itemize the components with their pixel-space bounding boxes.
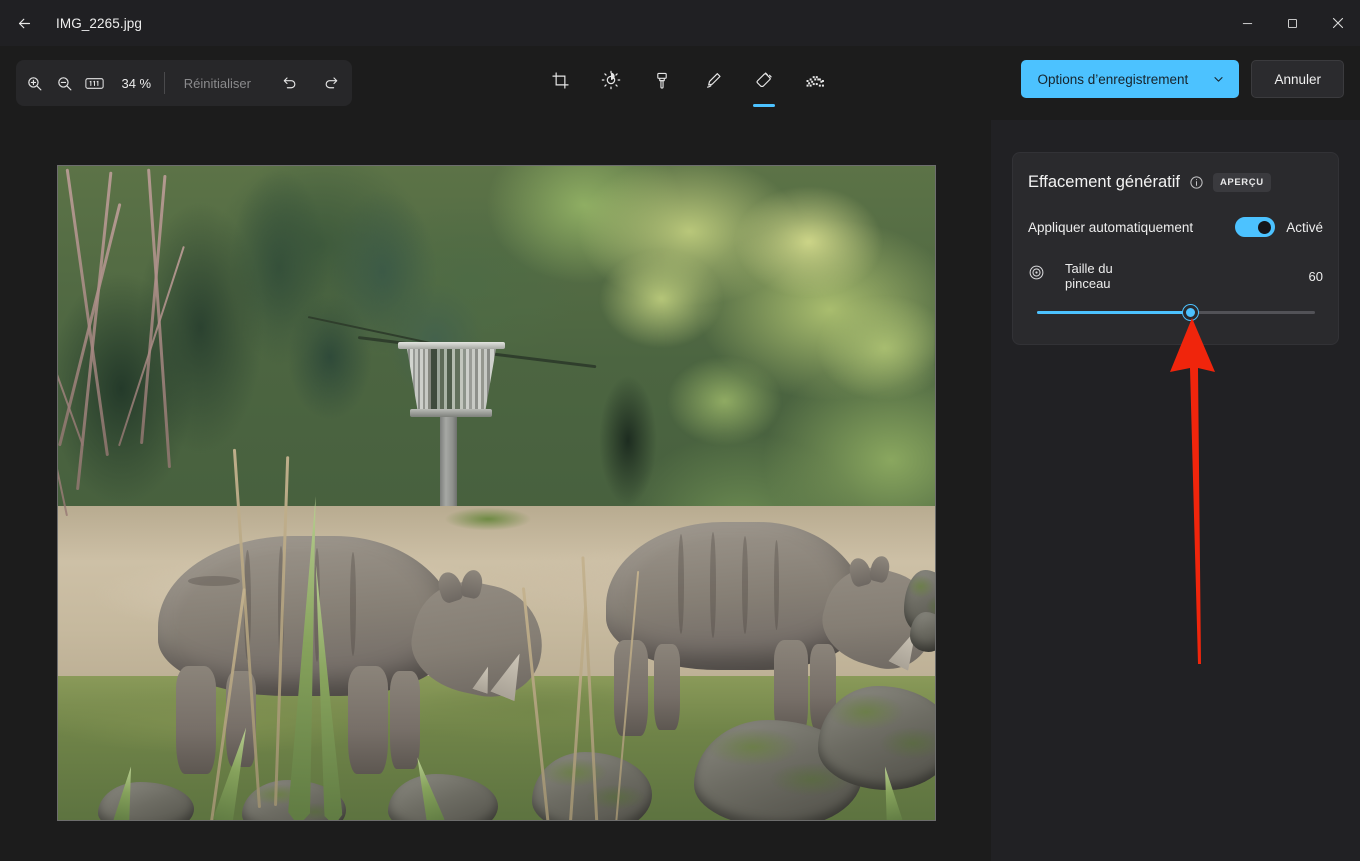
photo-rhino-leg xyxy=(654,644,680,730)
brush-size-value: 60 xyxy=(1308,269,1323,284)
photo-rhino-skin-fold xyxy=(742,536,748,634)
blur-mosaic-icon xyxy=(806,76,824,87)
close-button[interactable] xyxy=(1315,0,1360,46)
photo-frame[interactable] xyxy=(57,165,936,821)
brush-size-slider[interactable] xyxy=(1037,303,1315,323)
photo-rhino-skin-fold xyxy=(774,540,779,630)
photo-image[interactable] xyxy=(58,166,935,820)
eraser-icon xyxy=(756,71,772,87)
right-sidebar: Effacement génératif APERÇU Appliquer au… xyxy=(991,120,1360,861)
action-buttons-group: Options d’enregistrement Annuler xyxy=(1021,60,1344,98)
cancel-button[interactable]: Annuler xyxy=(1251,60,1344,98)
file-name-label: IMG_2265.jpg xyxy=(56,15,143,31)
zoom-in-button[interactable] xyxy=(22,65,48,101)
photo-rhino-skin-fold xyxy=(710,532,716,638)
crop-icon xyxy=(551,71,569,89)
photos-editor-window: IMG_2265.jpg 34 % Réinitialiser Options … xyxy=(0,0,1360,861)
photo-rhino-leg xyxy=(348,666,388,774)
auto-apply-label: Appliquer automatiquement xyxy=(1028,219,1194,235)
auto-apply-toggle-group: Activé xyxy=(1235,217,1323,237)
generative-erase-panel: Effacement génératif APERÇU Appliquer au… xyxy=(1012,152,1339,345)
window-controls xyxy=(1225,0,1360,46)
canvas-area[interactable] xyxy=(0,120,991,861)
back-button[interactable] xyxy=(2,1,46,45)
tool-selected-indicator xyxy=(753,104,775,107)
panel-title: Effacement génératif xyxy=(1028,173,1180,191)
actual-size-button[interactable] xyxy=(82,65,108,101)
tool-markup-brush[interactable] xyxy=(642,60,682,100)
photo-conifer-tree xyxy=(250,166,515,493)
redo-button[interactable] xyxy=(312,65,350,101)
close-icon xyxy=(1332,17,1343,29)
photo-rhino-leg xyxy=(176,666,216,774)
actual-size-1-1-icon xyxy=(85,77,104,89)
save-options-label: Options d’enregistrement xyxy=(1037,71,1189,87)
tool-blur[interactable] xyxy=(795,60,835,100)
edit-tools-group xyxy=(540,60,835,107)
brush-size-target-icon xyxy=(1028,264,1045,281)
photo-rhino-skin-fold xyxy=(188,576,240,586)
zoom-out-button[interactable] xyxy=(52,65,78,101)
brightness-icon xyxy=(601,70,621,90)
minimize-button[interactable] xyxy=(1225,0,1270,46)
zoom-out-icon xyxy=(58,76,72,90)
auto-apply-toggle[interactable] xyxy=(1235,217,1276,237)
brush-size-label: Taille du pinceau xyxy=(1065,261,1113,291)
zoom-in-icon xyxy=(28,76,42,90)
info-circle-icon[interactable] xyxy=(1189,175,1204,190)
undo-icon xyxy=(283,76,295,88)
photo-yellow-canopy xyxy=(514,166,935,546)
tool-adjust[interactable] xyxy=(591,60,631,100)
photo-rock xyxy=(910,612,935,652)
photo-feeder-basket-base xyxy=(410,409,492,417)
minimize-icon xyxy=(1242,22,1253,24)
redo-icon xyxy=(325,76,337,88)
photo-feeder-rim xyxy=(398,342,505,349)
brush-size-row: Taille du pinceau 60 xyxy=(1028,261,1323,291)
title-bar: IMG_2265.jpg xyxy=(0,0,1360,46)
auto-apply-row: Appliquer automatiquement Activé xyxy=(1028,217,1323,237)
arrow-left-icon xyxy=(18,18,30,28)
paintbrush-icon xyxy=(657,72,667,89)
photo-rhino-skin-fold xyxy=(678,534,684,634)
zoom-level-label: 34 % xyxy=(121,75,152,91)
pen-icon xyxy=(706,72,721,88)
panel-header: Effacement génératif APERÇU xyxy=(1028,173,1271,192)
slider-thumb[interactable] xyxy=(1182,305,1198,320)
preview-badge: APERÇU xyxy=(1212,173,1271,192)
auto-apply-state-label: Activé xyxy=(1286,219,1323,235)
tool-erase[interactable] xyxy=(744,60,784,107)
maximize-icon xyxy=(1288,18,1297,28)
editor-toolbar: 34 % Réinitialiser Options d’enregistrem… xyxy=(0,46,1360,120)
maximize-button[interactable] xyxy=(1270,0,1315,46)
tool-pen[interactable] xyxy=(693,60,733,100)
toolbar-divider xyxy=(164,72,165,94)
zoom-controls-group: 34 % Réinitialiser xyxy=(16,60,352,106)
photo-rhino-leg xyxy=(390,671,420,769)
undo-button[interactable] xyxy=(270,65,308,101)
toggle-knob xyxy=(1258,221,1272,234)
tool-crop[interactable] xyxy=(540,60,580,100)
save-options-button[interactable]: Options d’enregistrement xyxy=(1021,60,1240,98)
undo-redo-group xyxy=(268,65,352,101)
reset-button[interactable]: Réinitialiser xyxy=(173,69,262,98)
photo-rhino-skin-fold xyxy=(350,552,356,656)
chevron-down-icon[interactable] xyxy=(1212,73,1225,86)
slider-fill xyxy=(1037,311,1190,314)
